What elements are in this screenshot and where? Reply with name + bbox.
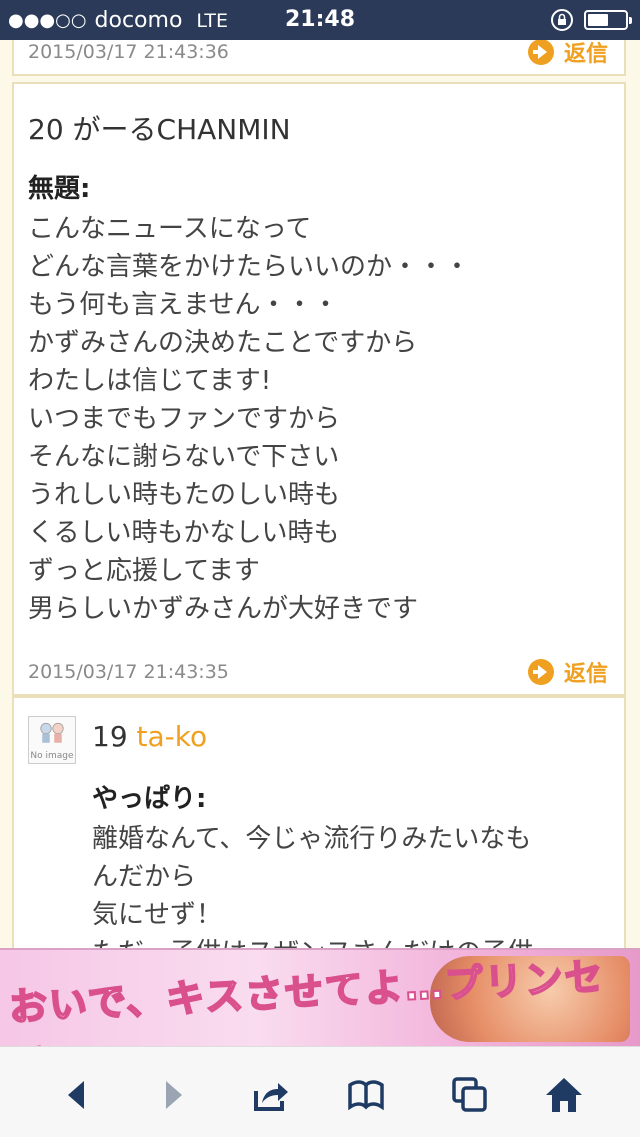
avatar: No image (28, 716, 76, 764)
forward-icon[interactable] (152, 1075, 192, 1115)
comment-number: 20 (28, 113, 64, 146)
clock: 21:48 (284, 7, 356, 32)
avatar-label: No image (30, 751, 74, 761)
reply-arrow-icon (527, 40, 554, 65)
comment-header: 19 ta-ko (92, 720, 207, 753)
comment-card: 2015/03/17 21:43:36 返信 (12, 40, 626, 76)
status-bar: ●●●○○ docomo LTE 21:48 (0, 0, 640, 40)
comment-timestamp: 2015/03/17 21:43:35 (28, 661, 229, 683)
comment-list[interactable]: 2015/03/17 21:43:36 返信 20 がーるCHANMIN 無題:… (0, 40, 640, 948)
comment-subject: 無題: (28, 174, 91, 204)
comment-author: がーるCHANMIN (72, 113, 291, 146)
tabs-icon[interactable] (450, 1075, 490, 1115)
comment-card: No image 19 ta-ko やっぱり: 離婚なんて、今じゃ流行りみたいな… (12, 696, 626, 948)
comment-number: 19 (92, 720, 128, 753)
share-icon[interactable] (250, 1075, 290, 1115)
reply-arrow-icon (527, 659, 554, 685)
browser-toolbar (0, 1046, 640, 1137)
comment-author-link[interactable]: ta-ko (137, 720, 208, 753)
home-icon[interactable] (544, 1075, 584, 1115)
rotation-lock-icon (551, 9, 573, 31)
reply-button[interactable]: 返信 (527, 40, 608, 68)
comment-header: 20 がーるCHANMIN (28, 108, 291, 148)
back-icon[interactable] (58, 1075, 98, 1115)
comment-body: こんなニュースになって どんな言葉をかけたらいいのか・・・ もう何も言えません・… (28, 214, 471, 624)
ad-banner[interactable]: おいで、キスさせてよ…プリンセス (0, 948, 640, 1085)
reply-button[interactable]: 返信 (527, 656, 608, 688)
battery-icon (584, 10, 632, 30)
comment-timestamp: 2015/03/17 21:43:36 (28, 41, 229, 63)
reply-label: 返信 (563, 42, 608, 67)
reply-label: 返信 (563, 662, 608, 687)
comment-card: 20 がーるCHANMIN 無題: こんなニュースになって どんな言葉をかけたら… (12, 82, 626, 696)
comment-body: 離婚なんて、今じゃ流行りみたいなも んだから 気にせず！ ただ、子供はスザンヌさ… (92, 824, 533, 948)
bookmarks-icon[interactable] (346, 1075, 386, 1115)
comment-subject: やっぱり: (92, 784, 207, 814)
